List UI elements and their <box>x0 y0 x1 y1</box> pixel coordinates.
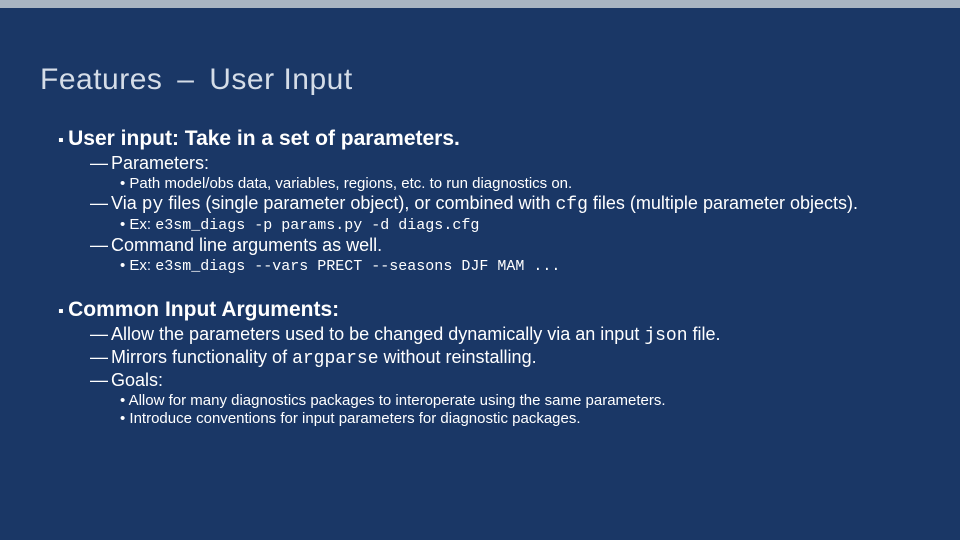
sub-parameters: Parameters: <box>90 153 920 174</box>
bullet-user-input: User input: Take in a set of parameters. <box>58 127 920 151</box>
title-part-2: User Input <box>209 63 352 96</box>
sub-goals-text: Goals: <box>111 370 163 390</box>
subsub-goal-conventions-text: Introduce conventions for input paramete… <box>129 410 580 427</box>
sub-allow-json: Allow the parameters used to be changed … <box>90 324 920 346</box>
sub-mirrors-post: without reinstalling. <box>379 347 537 367</box>
subsub-ex-py-pre: Ex: <box>129 216 155 233</box>
bullet-user-input-text: User input: Take in a set of parameters. <box>68 127 460 150</box>
sub-allow-json-post: file. <box>688 324 721 344</box>
top-bar <box>0 0 960 8</box>
subsub-ex-py: Ex: e3sm_diags -p params.py -d diags.cfg <box>120 216 920 234</box>
sub-parameters-text: Parameters: <box>111 153 209 173</box>
sub-mirrors-pre: Mirrors functionality of <box>111 347 292 367</box>
subsub-ex-cmdline-pre: Ex: <box>129 257 155 274</box>
bullet-common-args: Common Input Arguments: <box>58 298 920 322</box>
sub-cmdline: Command line arguments as well. <box>90 235 920 256</box>
sub-mirrors-argparse: Mirrors functionality of argparse withou… <box>90 347 920 369</box>
sub-via-py-mid: files (single parameter object), or comb… <box>163 193 555 213</box>
code-py: py <box>142 195 164 215</box>
title-part-1: Features <box>40 63 162 96</box>
sub-allow-json-pre: Allow the parameters used to be changed … <box>111 324 644 344</box>
sub-cmdline-text: Command line arguments as well. <box>111 235 382 255</box>
code-ex-cmdline: e3sm_diags --vars PRECT --seasons DJF MA… <box>155 258 560 275</box>
code-argparse: argparse <box>292 349 378 369</box>
code-ex-py: e3sm_diags -p params.py -d diags.cfg <box>155 217 479 234</box>
sub-goals: Goals: <box>90 370 920 391</box>
subsub-goal-interop: Allow for many diagnostics packages to i… <box>120 392 920 409</box>
subsub-goal-conventions: Introduce conventions for input paramete… <box>120 410 920 427</box>
code-json: json <box>644 326 687 346</box>
spacer <box>40 276 920 294</box>
sub-via-py-pre: Via <box>111 193 142 213</box>
bullet-common-args-text: Common Input Arguments: <box>68 298 339 321</box>
sub-via-py: Via py files (single parameter object), … <box>90 193 920 215</box>
subsub-path-model: Path model/obs data, variables, regions,… <box>120 175 920 192</box>
subsub-ex-cmdline: Ex: e3sm_diags --vars PRECT --seasons DJ… <box>120 257 920 275</box>
subsub-path-model-text: Path model/obs data, variables, regions,… <box>129 175 572 192</box>
sub-via-py-post: files (multiple parameter objects). <box>588 193 858 213</box>
slide-content: Features – User Input User input: Take i… <box>0 8 960 427</box>
slide: Features – User Input User input: Take i… <box>0 0 960 540</box>
title-separator: – <box>177 63 194 96</box>
slide-title: Features – User Input <box>40 63 920 97</box>
subsub-goal-interop-text: Allow for many diagnostics packages to i… <box>129 392 666 409</box>
code-cfg: cfg <box>556 195 588 215</box>
